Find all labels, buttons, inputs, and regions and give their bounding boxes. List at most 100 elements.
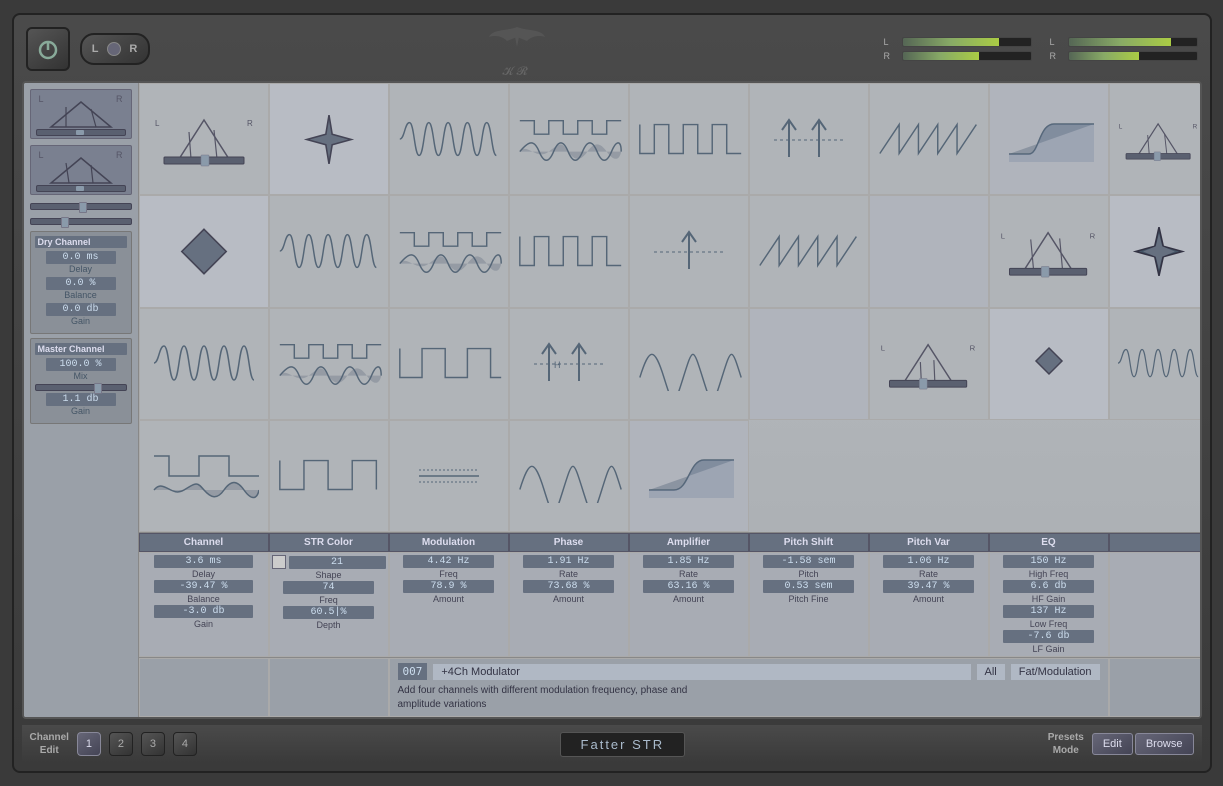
preset-info-cell: 007 +4Ch Modulator All Fat/Modulation Ad… [389, 658, 1109, 717]
grid-ch-viz-r1c1: L R [139, 83, 269, 195]
pitchvar-amount[interactable]: 39.47 % [883, 580, 974, 593]
grid-phase-r4 [139, 420, 269, 532]
col-header-empty [1109, 533, 1202, 552]
grid-ch-viz-r3c1: L R [989, 195, 1109, 307]
amp-rate[interactable]: 1.85 Hz [643, 555, 734, 568]
delay-value[interactable]: 0.0 ms [46, 251, 116, 264]
grid-pitchshift-r3: H [509, 308, 629, 420]
channel-btn-4[interactable]: 4 [173, 732, 197, 756]
meter-l-label: L [884, 37, 898, 47]
ch-viz-1: LR [30, 89, 132, 139]
browse-button[interactable]: Browse [1135, 733, 1194, 755]
grid-phase-r3 [269, 308, 389, 420]
grid-pitchshift-r2 [629, 195, 749, 307]
col-header-channel: Channel [139, 533, 269, 552]
svg-text:L: L [1119, 123, 1123, 130]
channel-btn-3[interactable]: 3 [141, 732, 165, 756]
meter-l2-fill [1069, 38, 1171, 46]
plugin-name-text: Fatter STR [581, 737, 665, 752]
balance-value[interactable]: 0.0 % [46, 277, 116, 290]
master-channel-header: Master Channel [35, 343, 127, 355]
eq-highfreq[interactable]: 150 Hz [1003, 555, 1094, 568]
gain-label: Gain [71, 316, 90, 326]
master-gain-value[interactable]: 1.1 db [46, 393, 116, 406]
channel-balance[interactable]: -39.47 % [154, 580, 253, 593]
pitch-fine-label: Pitch Fine [788, 594, 828, 604]
col-header-strcolor: STR Color [269, 533, 389, 552]
mod-freq[interactable]: 4.42 Hz [403, 555, 494, 568]
svg-text:L: L [1001, 231, 1006, 240]
gain-value[interactable]: 0.0 db [46, 303, 116, 316]
param-pitchvar: 1.06 Hz Rate 39.47 % Amount [869, 552, 989, 657]
str-depth[interactable]: 60.5|% [283, 606, 374, 619]
eq-hfgain-label: HF Gain [1032, 594, 1066, 604]
str-shape[interactable]: 21 [289, 556, 386, 569]
grid-eq-r2 [869, 195, 989, 307]
grid-str-shape-r4 [989, 308, 1109, 420]
meter-l-fill [903, 38, 999, 46]
phase-amount[interactable]: 73.68 % [523, 580, 614, 593]
grid-phase-r2 [389, 195, 509, 307]
delay-label: Delay [69, 264, 92, 274]
param-empty [1109, 552, 1202, 657]
grid-pitchvar-r1 [869, 83, 989, 195]
master-gain-label: Gain [71, 406, 90, 416]
str-freq-label: Freq [319, 595, 338, 605]
svg-text:H: H [554, 360, 561, 370]
l-label: L [92, 43, 99, 55]
pitch-fine[interactable]: 0.53 sem [763, 580, 854, 593]
meter-r-bar [902, 51, 1032, 61]
mix-row: 100.0 % Mix [35, 358, 127, 381]
amp-amount[interactable]: 63.16 % [643, 580, 734, 593]
edit-button[interactable]: Edit [1092, 733, 1133, 755]
param-pitchshift: -1.58 sem Pitch 0.53 sem Pitch Fine [749, 552, 869, 657]
amp-amount-label: Amount [673, 594, 704, 604]
preset-category: All [977, 664, 1005, 680]
star-shape-r1 [289, 112, 369, 167]
svg-text:R: R [1193, 123, 1198, 130]
grid-pitchvar-r3 [629, 308, 749, 420]
channel-delay[interactable]: 3.6 ms [154, 555, 253, 568]
eq-hfgain[interactable]: 6.6 db [1003, 580, 1094, 593]
grid-pitchshift-r1 [749, 83, 869, 195]
master-channel-section: Master Channel 100.0 % Mix 1.1 db Gain [30, 338, 132, 424]
mix-value[interactable]: 100.0 % [46, 358, 116, 371]
mod-amount[interactable]: 78.9 % [403, 580, 494, 593]
eq-lowfreq[interactable]: 137 Hz [1003, 605, 1094, 618]
logo-center: 𝓚𝓡 [160, 19, 874, 79]
col-header-modulation: Modulation [389, 533, 509, 552]
pitch-pitch[interactable]: -1.58 sem [763, 555, 854, 568]
channel-grid: L R [139, 83, 1202, 533]
grid-str-shape-r3 [1109, 195, 1202, 307]
small-diamond [1029, 336, 1069, 391]
r-label: R [129, 43, 137, 55]
balance-row: 0.0 % Balance [35, 277, 127, 300]
channel-gain[interactable]: -3.0 db [154, 605, 253, 618]
pitchvar-rate[interactable]: 1.06 Hz [883, 555, 974, 568]
str-shape-label: Shape [315, 570, 341, 580]
channel-btn-2[interactable]: 2 [109, 732, 133, 756]
ch-viz-2: LR [30, 145, 132, 195]
edit-browse-buttons: Edit Browse [1092, 733, 1194, 755]
grid-eq-r4 [629, 420, 749, 532]
str-freq[interactable]: 74 [283, 581, 374, 594]
svg-text:R: R [970, 344, 976, 353]
svg-text:R: R [247, 119, 253, 128]
dry-channel-header: Dry Channel [35, 236, 127, 248]
grid-amp-r4 [269, 420, 389, 532]
preset-row: 007 +4Ch Modulator All Fat/Modulation Ad… [139, 657, 1202, 717]
param-phase: 1.91 Hz Rate 73.68 % Amount [509, 552, 629, 657]
gain-row: 0.0 db Gain [35, 303, 127, 326]
str-checkbox[interactable] [272, 555, 286, 569]
channel-btn-1[interactable]: 1 [77, 732, 101, 756]
right-section: L R [139, 83, 1202, 717]
eq-lfgain[interactable]: -7.6 db [1003, 630, 1094, 643]
phase-rate[interactable]: 1.91 Hz [523, 555, 614, 568]
big-star-shape [1119, 224, 1199, 279]
grid-mod-r3 [139, 308, 269, 420]
lr-switch[interactable]: L R [80, 33, 150, 65]
param-values: 3.6 ms Delay -39.47 % Balance -3.0 db Ga… [139, 552, 1202, 657]
pitchvar-rate-label: Rate [919, 569, 938, 579]
logo-text: 𝓚𝓡 [502, 64, 530, 79]
power-button[interactable] [26, 27, 70, 71]
